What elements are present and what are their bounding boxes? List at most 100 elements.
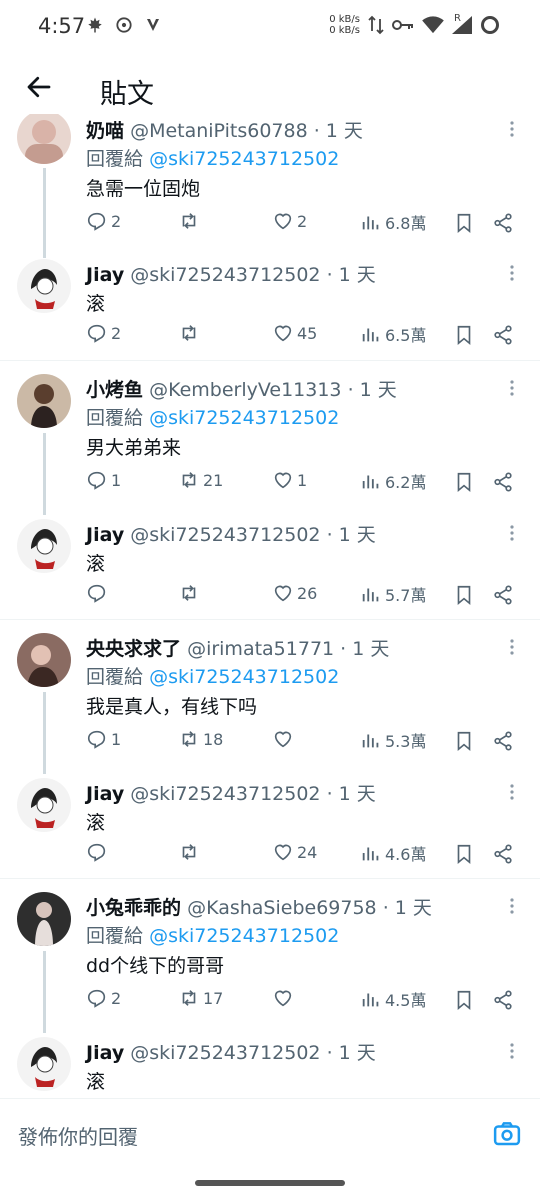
more-vertical-icon[interactable] [508, 524, 516, 542]
reply-post[interactable]: 奶喵 @MetaniPits60788 · 1 天 回覆給 @ski725243… [0, 114, 540, 258]
like-button[interactable]: 45 [272, 322, 317, 344]
user-handle[interactable]: @KashaSiebe69758 [187, 897, 377, 919]
reply-button[interactable]: 1 [86, 469, 121, 491]
display-name[interactable]: Jiay [86, 783, 124, 805]
more-vertical-icon[interactable] [508, 897, 516, 915]
like-button[interactable] [272, 728, 297, 750]
share-icon[interactable] [492, 212, 514, 234]
reply-post[interactable]: Jiay @ski725243712502 · 1 天 滚 [0, 1025, 540, 1098]
reply-button[interactable] [86, 582, 111, 604]
share-icon[interactable] [492, 584, 514, 606]
user-handle[interactable]: @ski725243712502 [130, 1042, 320, 1064]
reply-button[interactable]: 2 [86, 210, 121, 232]
bookmark-icon[interactable] [453, 471, 475, 493]
user-handle[interactable]: @irimata51771 [187, 638, 334, 660]
camera-icon[interactable] [492, 1119, 522, 1149]
more-vertical-icon[interactable] [508, 264, 516, 282]
retweet-button[interactable] [178, 841, 203, 863]
share-icon[interactable] [492, 730, 514, 752]
bookmark-icon[interactable] [453, 584, 475, 606]
reply-button[interactable]: 1 [86, 728, 121, 750]
reply-post[interactable]: Jiay @ski725243712502 · 1 天 滚 26 5.7萬 [0, 507, 540, 620]
avatar[interactable] [17, 778, 71, 832]
like-button[interactable] [272, 987, 297, 1009]
views-button[interactable]: 5.3萬 [360, 728, 426, 752]
like-count: 2 [297, 211, 308, 231]
bookmark-icon[interactable] [453, 989, 475, 1011]
post-text: 滚 [86, 293, 106, 315]
arrow-left-icon[interactable] [24, 72, 54, 102]
reply-button[interactable]: 2 [86, 322, 121, 344]
reply-icon [87, 989, 106, 1008]
more-vertical-icon[interactable] [508, 1042, 516, 1060]
avatar[interactable] [17, 519, 71, 573]
more-vertical-icon[interactable] [508, 379, 516, 397]
display-name[interactable]: 央央求求了 [86, 638, 181, 660]
reply-post[interactable]: Jiay @ski725243712502 · 1 天 滚 24 4.6萬 [0, 766, 540, 879]
bookmark-icon[interactable] [453, 212, 475, 234]
display-name[interactable]: 小烤鱼 [86, 379, 143, 401]
reply-button[interactable] [86, 841, 111, 863]
reply-input[interactable]: 發佈你的回覆 [18, 1121, 138, 1150]
reply-composer[interactable]: 發佈你的回覆 [0, 1098, 540, 1171]
user-handle[interactable]: @ski725243712502 [130, 783, 320, 805]
views-button[interactable]: 5.7萬 [360, 582, 426, 606]
retweet-button[interactable] [178, 322, 203, 344]
reply-post[interactable]: 小烤鱼 @KemberlyVe11313 · 1 天 回覆給 @ski72524… [0, 361, 540, 515]
more-vertical-icon[interactable] [508, 120, 516, 138]
user-handle[interactable]: @ski725243712502 [130, 524, 320, 546]
more-vertical-icon[interactable] [508, 638, 516, 656]
share-icon[interactable] [492, 471, 514, 493]
reply-to-mention[interactable]: @ski725243712502 [149, 407, 339, 429]
user-handle[interactable]: @MetaniPits60788 [130, 120, 308, 142]
display-name[interactable]: Jiay [86, 1042, 124, 1064]
views-icon [362, 216, 379, 230]
display-name[interactable]: 小兔乖乖的 [86, 897, 181, 919]
display-name[interactable]: 奶喵 [86, 120, 124, 142]
share-icon[interactable] [492, 989, 514, 1011]
views-button[interactable]: 6.5萬 [360, 322, 426, 346]
avatar[interactable] [17, 892, 71, 946]
bookmark-icon[interactable] [453, 843, 475, 865]
views-button[interactable]: 6.8萬 [360, 210, 426, 234]
retweet-button[interactable] [178, 582, 203, 604]
reply-post[interactable]: 小兔乖乖的 @KashaSiebe69758 · 1 天 回覆給 @ski725… [0, 879, 540, 1033]
retweet-button[interactable]: 21 [178, 469, 223, 491]
reply-button[interactable]: 2 [86, 987, 121, 1009]
reply-to-mention[interactable]: @ski725243712502 [149, 666, 339, 688]
reply-post[interactable]: 央央求求了 @irimata51771 · 1 天 回覆給 @ski725243… [0, 620, 540, 774]
avatar[interactable] [17, 633, 71, 687]
bookmark-icon[interactable] [453, 324, 475, 346]
reply-post[interactable]: Jiay @ski725243712502 · 1 天 滚 2 45 6.5萬 [0, 247, 540, 360]
views-button[interactable]: 4.6萬 [360, 841, 426, 865]
display-name[interactable]: Jiay [86, 264, 124, 286]
share-icon[interactable] [492, 843, 514, 865]
reply-thread-feed[interactable]: 奶喵 @MetaniPits60788 · 1 天 回覆給 @ski725243… [0, 114, 540, 1098]
avatar[interactable] [17, 259, 71, 313]
views-icon [362, 734, 379, 748]
like-button[interactable]: 1 [272, 469, 307, 491]
bookmark-icon[interactable] [453, 730, 475, 752]
views-button[interactable]: 6.2萬 [360, 469, 426, 493]
more-vertical-icon[interactable] [508, 783, 516, 801]
retweet-button[interactable]: 18 [178, 728, 223, 750]
user-handle[interactable]: @ski725243712502 [130, 264, 320, 286]
retweet-button[interactable]: 17 [178, 987, 223, 1009]
reply-to-line: 回覆給 @ski725243712502 [86, 403, 339, 430]
avatar[interactable] [17, 374, 71, 428]
like-button[interactable]: 2 [272, 210, 307, 232]
avatar[interactable] [17, 1037, 71, 1091]
reply-to-mention[interactable]: @ski725243712502 [149, 925, 339, 947]
user-handle[interactable]: @KemberlyVe11313 [149, 379, 341, 401]
display-name[interactable]: Jiay [86, 524, 124, 546]
reply-to-mention[interactable]: @ski725243712502 [149, 148, 339, 170]
views-button[interactable]: 4.5萬 [360, 987, 426, 1011]
share-icon[interactable] [492, 324, 514, 346]
home-indicator[interactable] [195, 1180, 345, 1186]
retweet-button[interactable] [178, 210, 203, 232]
like-button[interactable]: 24 [272, 841, 317, 863]
like-button[interactable]: 26 [272, 582, 317, 604]
post-text: 男大弟弟来 [86, 437, 182, 459]
avatar[interactable] [17, 114, 71, 164]
post-time: · 1 天 [313, 120, 363, 142]
